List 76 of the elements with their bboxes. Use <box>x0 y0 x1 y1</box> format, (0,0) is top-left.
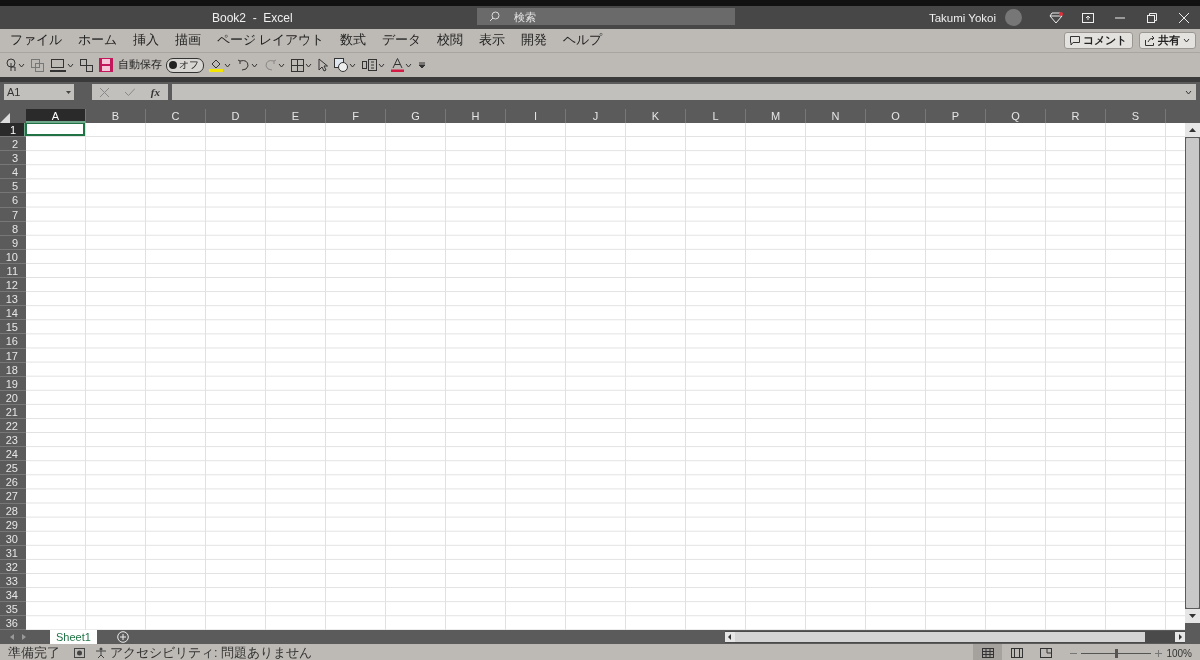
font-color-button[interactable] <box>390 55 413 75</box>
horizontal-scrollbar[interactable] <box>725 631 1185 643</box>
menu-tab[interactable]: 描画 <box>167 32 209 49</box>
page-layout-icon <box>1010 648 1023 658</box>
page-break-icon <box>1039 648 1052 658</box>
caret-icon <box>305 62 312 68</box>
shapes-icon[interactable] <box>80 58 93 72</box>
close-icon[interactable] <box>1179 12 1189 23</box>
minimize-icon[interactable] <box>1115 16 1125 19</box>
expand-icon <box>1185 89 1192 95</box>
restore-icon[interactable] <box>1147 12 1157 23</box>
pointer-icon[interactable] <box>318 58 328 72</box>
window-title: Book2 - Excel <box>212 11 293 25</box>
hand-icon <box>5 58 17 72</box>
caret-icon <box>349 62 356 68</box>
autosave-label: 自動保存 <box>118 58 162 72</box>
menu-tab[interactable]: ページ レイアウト <box>209 32 333 49</box>
user-name[interactable]: Takumi Yokoi <box>928 11 996 24</box>
save-icon[interactable] <box>99 58 113 72</box>
accessibility-status[interactable]: アクセシビリティ: 問題ありません <box>110 644 312 660</box>
shape-icon <box>334 58 348 72</box>
view-button[interactable] <box>973 644 1003 660</box>
scroll-down-icon <box>1189 614 1196 618</box>
customize-toolbar-icon[interactable] <box>418 61 426 69</box>
add-sheet-icon[interactable] <box>116 631 129 643</box>
grid-view-icon <box>981 648 994 658</box>
caret-icon <box>224 62 231 68</box>
redo-icon <box>264 59 277 71</box>
macro-record-icon[interactable] <box>74 648 85 658</box>
autosave-toggle[interactable]: オフ <box>166 57 204 73</box>
paint-bucket-icon <box>209 58 223 72</box>
search-field[interactable]: 検索 <box>477 8 735 25</box>
insert-function-button[interactable]: fx <box>150 86 160 98</box>
column-header[interactable]: A <box>26 109 86 123</box>
shape-button[interactable] <box>333 55 357 75</box>
menu-tab[interactable]: 表示 <box>471 32 514 49</box>
underline-box-icon <box>50 58 66 72</box>
grid-icon <box>291 58 304 72</box>
accessibility-icon <box>95 647 107 659</box>
caret-icon <box>405 62 412 68</box>
comment-icon <box>1070 35 1080 46</box>
menu-tab[interactable]: ホーム <box>70 32 125 49</box>
menu-tab[interactable]: データ <box>374 32 430 49</box>
caret-icon <box>278 62 285 68</box>
scroll-left-icon <box>725 632 735 642</box>
selected-cell[interactable] <box>25 123 85 137</box>
caret-icon <box>67 62 74 68</box>
diamond-icon[interactable] <box>1049 11 1063 24</box>
undo-icon <box>237 59 250 71</box>
scroll-right-icon <box>1175 632 1185 642</box>
ribbon-display-icon[interactable] <box>1082 12 1094 23</box>
row-header[interactable]: 1 <box>0 123 26 138</box>
zoom-level[interactable]: 100% <box>1166 647 1192 659</box>
font-color-icon <box>391 58 404 72</box>
menu-tab[interactable]: ファイル <box>0 32 70 49</box>
share-icon <box>1145 35 1155 46</box>
search-icon <box>489 11 500 22</box>
menu-tab[interactable]: 開発 <box>513 32 556 49</box>
dropdown-icon <box>66 90 71 94</box>
scroll-up-icon <box>1189 128 1196 132</box>
menu-tab[interactable]: 校閲 <box>429 32 472 49</box>
comment-button[interactable]: コメント <box>1064 32 1133 49</box>
check-icon[interactable] <box>124 88 135 96</box>
share-button[interactable]: 共有 <box>1139 32 1196 49</box>
formula-input[interactable] <box>172 84 1196 100</box>
name-box[interactable]: A1 <box>4 84 74 100</box>
caret-icon <box>1183 38 1190 43</box>
sheet-tab[interactable]: Sheet1 <box>50 630 97 644</box>
caret-icon <box>18 62 25 68</box>
menu-tab[interactable]: ヘルプ <box>555 32 611 49</box>
status-text: 準備完了 <box>8 644 60 660</box>
menu-tab[interactable]: 挿入 <box>125 32 167 49</box>
caret-icon <box>378 62 385 68</box>
columns-icon <box>362 59 377 71</box>
menu-tab[interactable]: 数式 <box>332 32 375 49</box>
caret-icon <box>251 62 258 68</box>
